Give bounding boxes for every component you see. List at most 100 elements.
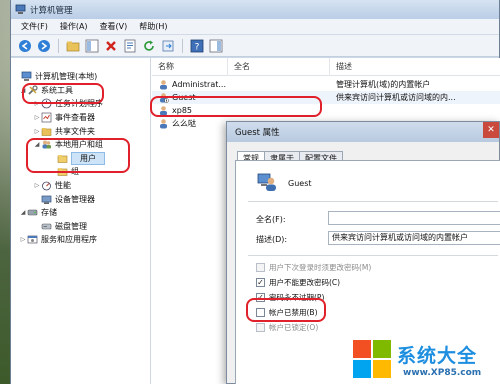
dialog-titlebar[interactable]: Guest 属性 — [227, 122, 499, 142]
tree-item-device-manager[interactable]: 设备管理器 — [11, 192, 150, 206]
computer-management-icon — [15, 4, 26, 14]
tree-expander[interactable]: ▷ — [33, 114, 41, 121]
checkbox-cannot-change-password[interactable]: ✓ 用户不能更改密码(C) — [256, 277, 340, 288]
fullname-input[interactable] — [328, 211, 500, 225]
tree-label: 事件查看器 — [55, 113, 95, 123]
tree-item-performance[interactable]: ▷ 性能 — [11, 179, 150, 193]
user-name: xp85 — [172, 106, 192, 115]
folder-icon — [57, 168, 68, 177]
performance-icon — [42, 181, 51, 191]
checkbox-box[interactable]: ✓ — [256, 278, 265, 287]
tree-label: 服务和应用程序 — [41, 235, 97, 245]
checkbox-label: 帐户已锁定(O) — [269, 323, 319, 332]
close-icon[interactable]: ✕ — [483, 122, 499, 138]
tree-label: 计算机管理(本地) — [35, 72, 98, 82]
user-name: Administrat... — [172, 80, 226, 89]
toolbar-separator — [58, 38, 59, 53]
tree-expander[interactable]: ◢ — [33, 141, 41, 148]
tree-expander[interactable]: ▷ — [19, 236, 27, 243]
computer-icon — [21, 71, 32, 82]
menu-help[interactable]: 帮助(H) — [133, 21, 173, 32]
disabled-user-icon — [160, 93, 169, 103]
tree-expander[interactable]: ▷ — [33, 100, 41, 107]
tree-label: 系统工具 — [41, 85, 73, 95]
user-description: 管理计算机(域)的内置帐户 — [336, 80, 431, 89]
checkbox-account-locked[interactable]: 帐户已锁定(O) — [256, 322, 318, 333]
user-description: 供来宾访问计算机或访问域的内... — [336, 93, 456, 102]
tree-item-disk-management[interactable]: 磁盘管理 — [11, 220, 150, 234]
tree-item-task-scheduler[interactable]: ▷ 任务计划程序 — [11, 97, 150, 111]
user-name: 么么哒 — [172, 119, 196, 128]
column-header-name[interactable]: 名称 — [152, 57, 228, 76]
help-icon[interactable]: ? — [189, 38, 205, 54]
user-icon — [160, 80, 167, 90]
column-header-fullname[interactable]: 全名 — [228, 57, 330, 76]
action-pane-icon[interactable] — [208, 38, 224, 54]
tree-label: 组 — [71, 167, 79, 177]
tree-item-storage[interactable]: ◢ 存储 — [11, 206, 150, 220]
task-scheduler-icon — [41, 99, 52, 109]
list-header: 名称 全名 描述 — [152, 57, 500, 76]
toolbar-separator — [182, 38, 183, 53]
tree-item-groups[interactable]: 组 — [11, 165, 150, 179]
refresh-icon[interactable] — [141, 38, 157, 54]
tree-label: 磁盘管理 — [55, 221, 87, 231]
user-icon — [160, 119, 167, 129]
tree-item-local-users-groups[interactable]: ◢ 本地用户和组 — [11, 138, 150, 152]
window-titlebar[interactable]: 计算机管理 — [11, 0, 499, 19]
fullname-label: 全名(F): — [256, 215, 286, 224]
tree-expander[interactable]: ▷ — [33, 128, 41, 135]
up-folder-icon[interactable] — [65, 38, 81, 54]
checkbox-box[interactable] — [256, 308, 265, 317]
export-icon[interactable] — [160, 38, 176, 54]
back-icon[interactable] — [17, 38, 33, 54]
tree-label: 用户 — [71, 151, 105, 165]
tree-label: 共享文件夹 — [55, 126, 95, 136]
list-row-administrator[interactable]: Administrat... 管理计算机(域)的内置帐户 — [152, 78, 500, 91]
list-row-guest[interactable]: Guest 供来宾访问计算机或访问域的内... — [152, 91, 500, 104]
checkbox-account-disabled[interactable]: 帐户已禁用(B) — [256, 307, 318, 318]
column-header-description[interactable]: 描述 — [330, 58, 500, 76]
tree-expander[interactable]: ◢ — [19, 209, 27, 216]
checkbox-box[interactable] — [256, 263, 265, 272]
description-label: 描述(D): — [256, 235, 288, 244]
dialog-divider — [248, 255, 498, 256]
properties-icon[interactable] — [122, 38, 138, 54]
list-row-xp85[interactable]: xp85 — [152, 104, 500, 117]
tree-item-shared-folders[interactable]: ▷ 共享文件夹 — [11, 124, 150, 138]
tree-item-services-applications[interactable]: ▷ 服务和应用程序 — [11, 233, 150, 247]
menu-bar: 文件(F) 操作(A) 查看(V) 帮助(H) — [11, 19, 499, 35]
checkbox-password-never-expires[interactable]: ✓ 密码永不过期(P) — [256, 292, 324, 303]
tree-expander[interactable]: ◢ — [19, 87, 27, 94]
site-watermark: 系统大全 www.XP85.com — [352, 334, 500, 384]
user-name: Guest — [172, 93, 196, 102]
tree-item-computer-management[interactable]: 计算机管理(本地) — [11, 70, 150, 84]
toolbar: ? — [11, 35, 499, 57]
storage-icon — [27, 209, 38, 216]
checkbox-box[interactable] — [256, 323, 265, 332]
delete-icon[interactable] — [103, 38, 119, 54]
services-icon — [27, 236, 38, 244]
tree-item-users[interactable]: 用户 — [11, 151, 150, 166]
tree-item-event-viewer[interactable]: ▷ 事件查看器 — [11, 111, 150, 125]
device-manager-icon — [41, 195, 52, 204]
dialog-divider — [248, 201, 498, 202]
tree-label: 存储 — [41, 208, 57, 218]
menu-view[interactable]: 查看(V) — [94, 21, 134, 32]
show-tree-icon[interactable] — [84, 38, 100, 54]
window-title: 计算机管理 — [30, 5, 73, 16]
forward-icon[interactable] — [36, 38, 52, 54]
tree-expander[interactable]: ▷ — [33, 182, 41, 189]
tree-label: 本地用户和组 — [55, 140, 103, 150]
menu-file[interactable]: 文件(F) — [15, 21, 54, 32]
checkbox-must-change-password[interactable]: 用户下次登录时须更改密码(M) — [256, 262, 371, 273]
windows-logo-icon — [352, 339, 392, 379]
watermark-url: www.XP85.com — [403, 367, 482, 378]
menu-action[interactable]: 操作(A) — [54, 21, 94, 32]
description-input[interactable]: 供来宾访问计算机或访问域的内置帐户 — [328, 231, 500, 245]
tree-label: 性能 — [55, 181, 71, 191]
checkbox-label: 密码永不过期(P) — [269, 293, 325, 302]
checkbox-box[interactable]: ✓ — [256, 293, 265, 302]
users-icon — [42, 140, 51, 149]
tree-item-system-tools[interactable]: ◢ 系统工具 — [11, 84, 150, 98]
